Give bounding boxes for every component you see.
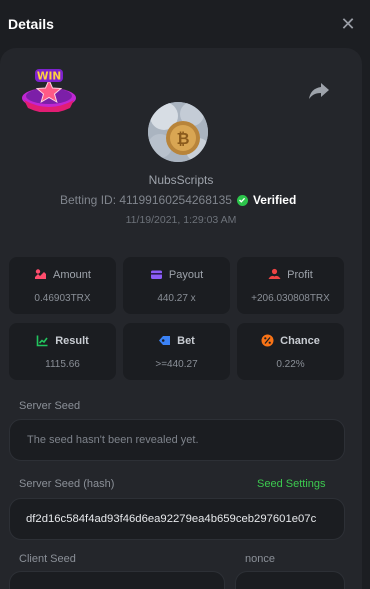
profit-icon	[268, 268, 281, 279]
stat-card-bet: Bet >=440.27	[123, 323, 230, 380]
server-seed-field[interactable]: The seed hasn't been revealed yet.	[9, 419, 345, 461]
percent-icon	[261, 334, 274, 347]
verified-check-icon	[236, 194, 248, 206]
close-icon: ✕	[340, 13, 356, 34]
server-seed-value: The seed hasn't been revealed yet.	[27, 434, 199, 446]
stat-value-amount: 0.46903TRX	[34, 293, 91, 304]
verified-label: Verified	[252, 193, 297, 207]
close-button[interactable]: ✕	[336, 12, 360, 36]
details-panel: WIN ₿ NubsScripts Betting ID: 4119916025…	[0, 48, 362, 589]
stat-value-chance: 0.22%	[276, 359, 305, 370]
win-badge-icon: WIN	[22, 69, 76, 112]
stat-value-payout: 440.27 x	[157, 293, 196, 304]
seed-settings-link[interactable]: Seed Settings	[257, 478, 326, 490]
stat-label-payout: Payout	[168, 268, 204, 281]
bet-timestamp: 11/19/2021, 1:29:03 AM	[125, 214, 237, 226]
stat-card-amount: Amount 0.46903TRX	[9, 257, 116, 314]
stat-card-chance: Chance 0.22%	[237, 323, 344, 380]
tag-icon	[159, 336, 171, 345]
stat-card-result: Result 1115.66	[9, 323, 116, 380]
server-seed-hash-field[interactable]: df2d16c584f4ad93f46d6ea92279ea4b659ceb29…	[9, 498, 345, 540]
server-seed-hash-label: Server Seed (hash)	[19, 478, 115, 490]
wallet-icon	[150, 270, 162, 279]
stat-label-chance: Chance	[280, 334, 320, 347]
svg-text:₿: ₿	[176, 129, 189, 148]
betting-id: Betting ID: 41199160254268135	[60, 193, 232, 207]
stat-value-result: 1115.66	[45, 359, 80, 370]
details-modal: Details ✕ WIN ₿ NubsScripts Betting ID: …	[0, 0, 370, 589]
username: NubsScripts	[148, 173, 214, 187]
client-seed-label: Client Seed	[19, 553, 76, 565]
win-badge-text: WIN	[37, 71, 61, 83]
stat-card-profit: Profit +206.030808TRX	[237, 257, 344, 314]
server-seed-label: Server Seed	[19, 400, 81, 412]
bitcoin-avatar-icon: ₿	[148, 102, 208, 162]
avatar: ₿	[148, 102, 208, 162]
stat-label-result: Result	[55, 334, 89, 347]
betting-id-row: Betting ID: 41199160254268135 Verified	[60, 193, 296, 207]
server-seed-hash-value: df2d16c584f4ad93f46d6ea92279ea4b659ceb29…	[26, 513, 317, 525]
stat-card-payout: Payout 440.27 x	[123, 257, 230, 314]
stat-label-bet: Bet	[177, 334, 195, 347]
stat-label-profit: Profit	[287, 268, 313, 281]
modal-title: Details	[8, 16, 54, 32]
nonce-field[interactable]	[235, 571, 345, 589]
stat-label-amount: Amount	[53, 268, 91, 281]
coins-icon	[35, 269, 47, 279]
stat-value-bet: >=440.27	[155, 359, 198, 370]
modal-header: Details ✕	[0, 0, 370, 48]
chart-icon	[36, 335, 48, 347]
stat-value-profit: +206.030808TRX	[251, 293, 330, 304]
client-seed-field[interactable]	[9, 571, 225, 589]
nonce-label: nonce	[245, 553, 275, 565]
share-icon[interactable]	[305, 78, 333, 102]
